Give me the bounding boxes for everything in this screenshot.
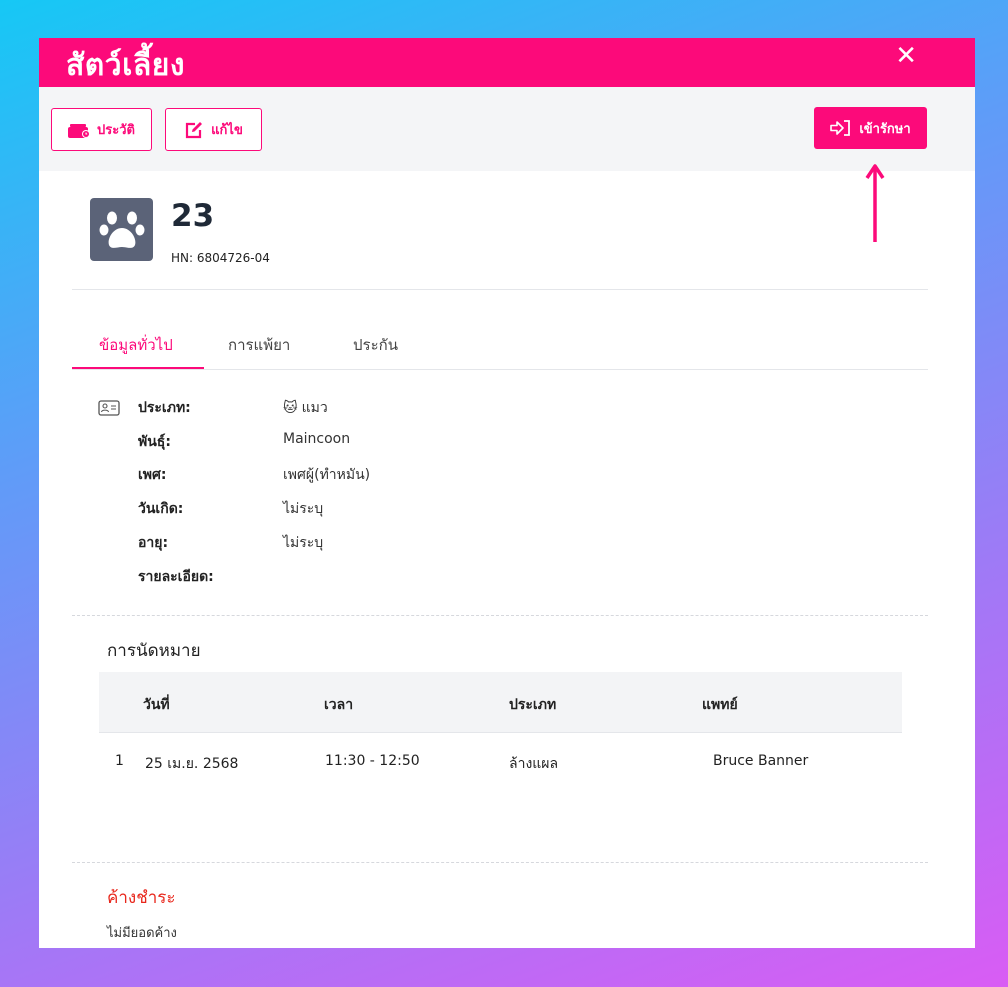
tab-divider [72, 369, 928, 370]
type-value: 🐱 แมว [283, 400, 328, 416]
section-divider [72, 615, 928, 616]
outstanding-text: ไม่มียอดค้าง [107, 926, 177, 941]
sex-value: เพศผู้(ทำหมัน) [283, 467, 371, 483]
outstanding-title: ค้างชำระ [107, 888, 176, 908]
sex-label: เพศ: [138, 467, 167, 483]
close-button[interactable]: ✕ [895, 41, 917, 71]
pet-name: 23 [171, 198, 215, 234]
pet-modal: สัตว์เลี้ยง ✕ ประวัติ แก้ไข เข้ารักษา 23… [39, 38, 975, 948]
row-time: 11:30 - 12:50 [325, 753, 420, 769]
birth-value: ไม่ระบุ [283, 501, 324, 517]
admit-button[interactable]: เข้ารักษา [814, 107, 927, 149]
tab-drug-allergy[interactable]: การแพ้ยา [228, 333, 290, 357]
avatar [90, 198, 153, 261]
history-button[interactable]: ประวัติ [51, 108, 152, 151]
toolbar: ประวัติ แก้ไข เข้ารักษา [39, 87, 975, 171]
modal-header: สัตว์เลี้ยง ✕ [39, 38, 975, 87]
column-header-doctor: แพทย์ [702, 697, 738, 713]
pet-hn: HN: 6804726-04 [171, 251, 270, 265]
row-number: 1 [115, 753, 124, 769]
history-label: ประวัติ [97, 123, 135, 138]
edit-button[interactable]: แก้ไข [165, 108, 262, 151]
column-header-time: เวลา [324, 697, 354, 713]
appointments-title: การนัดหมาย [107, 641, 201, 661]
age-label: อายุ: [138, 535, 169, 551]
paw-icon [99, 211, 144, 248]
modal-title: สัตว์เลี้ยง [66, 48, 186, 83]
row-date: 25 เม.ย. 2568 [145, 756, 239, 772]
age-value: ไม่ระบุ [283, 535, 324, 551]
tab-insurance[interactable]: ประกัน [353, 333, 398, 357]
section-divider [72, 862, 928, 863]
edit-icon [186, 121, 203, 138]
table-header: วันที่ เวลา ประเภท แพทย์ [99, 672, 902, 733]
birth-label: วันเกิด: [138, 501, 184, 517]
breed-label: พันธุ์: [138, 434, 171, 450]
row-doctor: Bruce Banner [713, 753, 809, 769]
edit-label: แก้ไข [211, 123, 243, 138]
type-label: ประเภท: [138, 400, 191, 416]
sign-in-icon [830, 120, 851, 136]
id-card-icon [98, 400, 120, 416]
column-header-type: ประเภท [509, 697, 557, 713]
breed-value: Maincoon [283, 431, 351, 447]
tab-bar: ข้อมูลทั่วไป การแพ้ยา ประกัน [72, 328, 928, 370]
admit-label: เข้ารักษา [859, 121, 911, 137]
divider [72, 289, 928, 290]
annotation-arrow-icon [865, 164, 885, 242]
wallet-icon [68, 123, 91, 138]
table-row[interactable]: 1 25 เม.ย. 2568 11:30 - 12:50 ล้างแผล Br… [99, 733, 902, 793]
detail-label: รายละเอียด: [138, 569, 214, 585]
cat-icon: 🐱 [283, 400, 298, 416]
row-type: ล้างแผล [509, 756, 559, 772]
column-header-date: วันที่ [143, 697, 170, 713]
appointments-table: วันที่ เวลา ประเภท แพทย์ 1 25 เม.ย. 2568… [99, 672, 902, 793]
tab-general[interactable]: ข้อมูลทั่วไป [99, 333, 173, 357]
